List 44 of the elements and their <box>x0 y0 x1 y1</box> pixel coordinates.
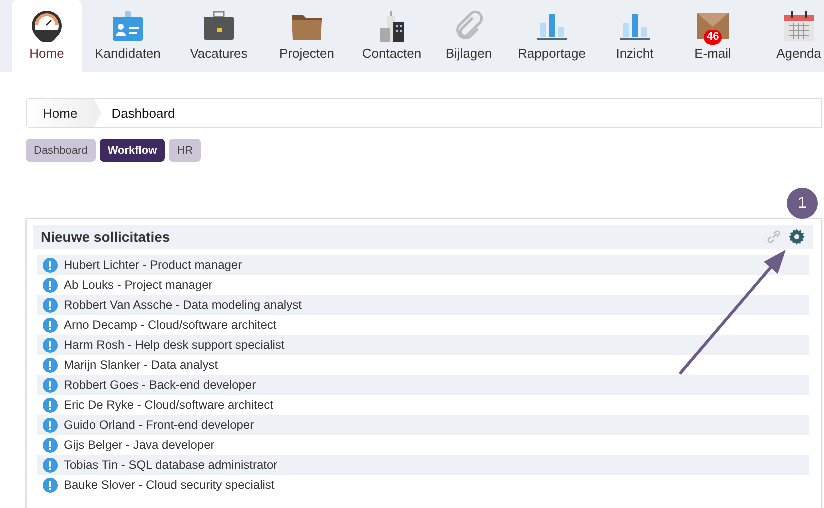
list-row[interactable]: Harm Rosh - Help desk support specialist <box>37 335 809 355</box>
alert-icon <box>43 418 58 432</box>
step-badge: 1 <box>787 188 818 219</box>
bar-chart-icon <box>619 11 651 41</box>
nav-tab[interactable]: 46 E-mail <box>670 0 756 72</box>
count-badge: 46 <box>704 30 722 45</box>
breadcrumb-current: Dashboard <box>110 106 176 120</box>
nav-tab[interactable]: Contacten <box>350 0 434 72</box>
list-row[interactable]: Robbert Goes - Back-end developer <box>37 375 809 395</box>
alert-icon <box>43 478 58 492</box>
nav-tab[interactable]: Vacatures <box>174 0 264 72</box>
gauge-icon <box>31 10 63 42</box>
breadcrumb-link[interactable]: Home <box>27 99 102 127</box>
alert-icon <box>43 438 58 452</box>
list-row[interactable]: Hubert Lichter - Product manager <box>37 255 809 275</box>
nav-tab[interactable]: Kandidaten <box>82 0 174 72</box>
panel-title: Nieuwe sollicitaties <box>41 229 172 245</box>
alert-icon <box>43 258 58 272</box>
tab[interactable]: Dashboard <box>26 139 96 162</box>
nav-tab[interactable]: Rapportage <box>504 0 600 72</box>
alert-icon <box>43 358 58 372</box>
alert-icon <box>43 298 58 312</box>
calendar-icon <box>783 10 815 42</box>
tab[interactable]: Workflow <box>100 139 166 162</box>
nav-tab[interactable]: Projecten <box>264 0 350 72</box>
alert-icon <box>43 378 58 392</box>
alert-icon <box>43 458 58 472</box>
envelope-icon <box>697 13 729 39</box>
tab[interactable]: HR <box>169 139 202 162</box>
nav-tab[interactable]: Agenda <box>756 0 824 72</box>
alert-icon <box>43 398 58 412</box>
list-row[interactable]: Guido Orland - Front-end developer <box>37 415 809 435</box>
alert-icon <box>43 278 58 292</box>
bar-chart-icon <box>536 11 568 41</box>
briefcase-icon <box>203 10 235 42</box>
settings-icon[interactable] <box>789 229 805 245</box>
nav-tab[interactable]: Inzicht <box>600 0 670 72</box>
alert-icon <box>43 338 58 352</box>
id-card-icon <box>112 10 144 42</box>
list-row[interactable]: Tobias Tin - SQL database administrator <box>37 455 809 475</box>
nav-tab[interactable]: Bijlagen <box>434 0 504 72</box>
nav-tab[interactable]: Home <box>12 0 82 72</box>
list-row[interactable]: Robbert Van Assche - Data modeling analyst <box>37 295 809 315</box>
alert-icon <box>43 318 58 332</box>
